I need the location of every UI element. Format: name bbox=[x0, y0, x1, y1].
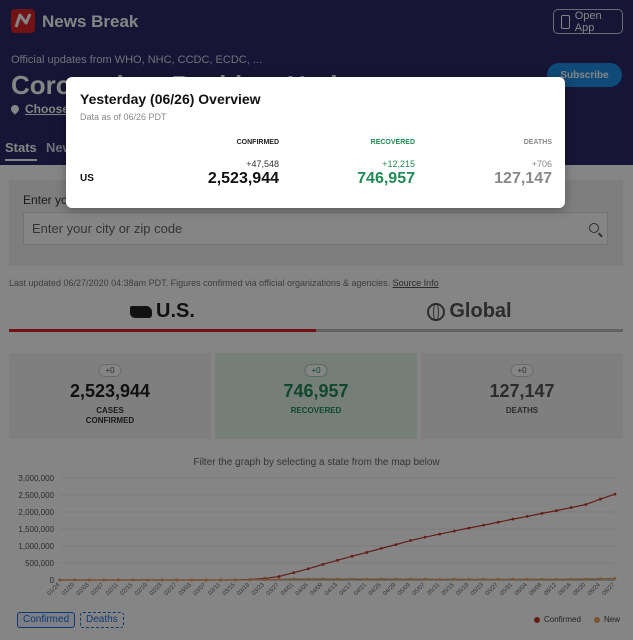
header-deaths: DEATHS bbox=[523, 139, 552, 146]
overview-modal: Yesterday (06/26) Overview Data as of 06… bbox=[66, 77, 565, 208]
header-confirmed: CONFIRMED bbox=[236, 139, 279, 146]
header-recovered: RECOVERED bbox=[370, 139, 415, 146]
confirmed-total: 2,523,944 bbox=[207, 170, 279, 187]
modal-title: Yesterday (06/26) Overview bbox=[80, 91, 261, 107]
confirmed-delta: +47,548 bbox=[246, 159, 279, 169]
modal-subtitle: Data as of 06/26 PDT bbox=[80, 112, 167, 122]
recovered-delta: +12,215 bbox=[382, 159, 415, 169]
row-label-us: US bbox=[80, 173, 94, 184]
deaths-delta: +706 bbox=[531, 159, 552, 169]
recovered-total: 746,957 bbox=[357, 170, 415, 187]
deaths-total: 127,147 bbox=[494, 170, 552, 187]
